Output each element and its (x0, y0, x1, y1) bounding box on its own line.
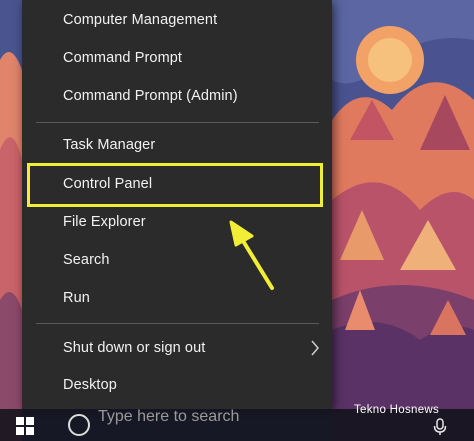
menu-item-label: Run (63, 290, 90, 306)
menu-item-shut-down[interactable]: Shut down or sign out (22, 330, 332, 366)
menu-item-task-manager[interactable]: Task Manager (22, 127, 332, 163)
taskbar-search-box[interactable]: Type here to search (58, 408, 358, 441)
menu-item-computer-management[interactable]: Computer Management (22, 2, 332, 38)
windows-logo-icon[interactable] (16, 417, 34, 435)
menu-item-label: Computer Management (63, 12, 218, 28)
watermark-text: Tekno Hosnews (354, 404, 440, 416)
menu-item-file-explorer[interactable]: File Explorer (22, 204, 332, 240)
menu-item-label: Desktop (63, 377, 117, 393)
menu-item-label: Task Manager (63, 137, 156, 153)
win-x-context-menu: Computer Management Command Prompt Comma… (22, 0, 332, 409)
menu-item-command-prompt-admin[interactable]: Command Prompt (Admin) (22, 78, 332, 114)
menu-divider (36, 122, 319, 123)
search-placeholder: Type here to search (98, 408, 240, 425)
menu-item-label: Control Panel (63, 176, 153, 192)
chevron-right-icon (311, 340, 319, 356)
menu-item-search[interactable]: Search (22, 242, 332, 278)
menu-item-label: File Explorer (63, 214, 146, 230)
cortana-circle-icon (68, 414, 90, 436)
menu-item-label: Search (63, 252, 110, 268)
menu-item-label: Shut down or sign out (63, 340, 206, 356)
menu-item-command-prompt[interactable]: Command Prompt (22, 40, 332, 76)
menu-item-control-panel[interactable]: Control Panel (22, 166, 332, 202)
microphone-icon[interactable] (433, 418, 447, 436)
menu-item-label: Command Prompt (63, 50, 183, 66)
menu-item-desktop[interactable]: Desktop (22, 367, 332, 403)
menu-item-run[interactable]: Run (22, 280, 332, 316)
menu-divider (36, 323, 319, 324)
menu-item-label: Command Prompt (Admin) (63, 88, 238, 104)
